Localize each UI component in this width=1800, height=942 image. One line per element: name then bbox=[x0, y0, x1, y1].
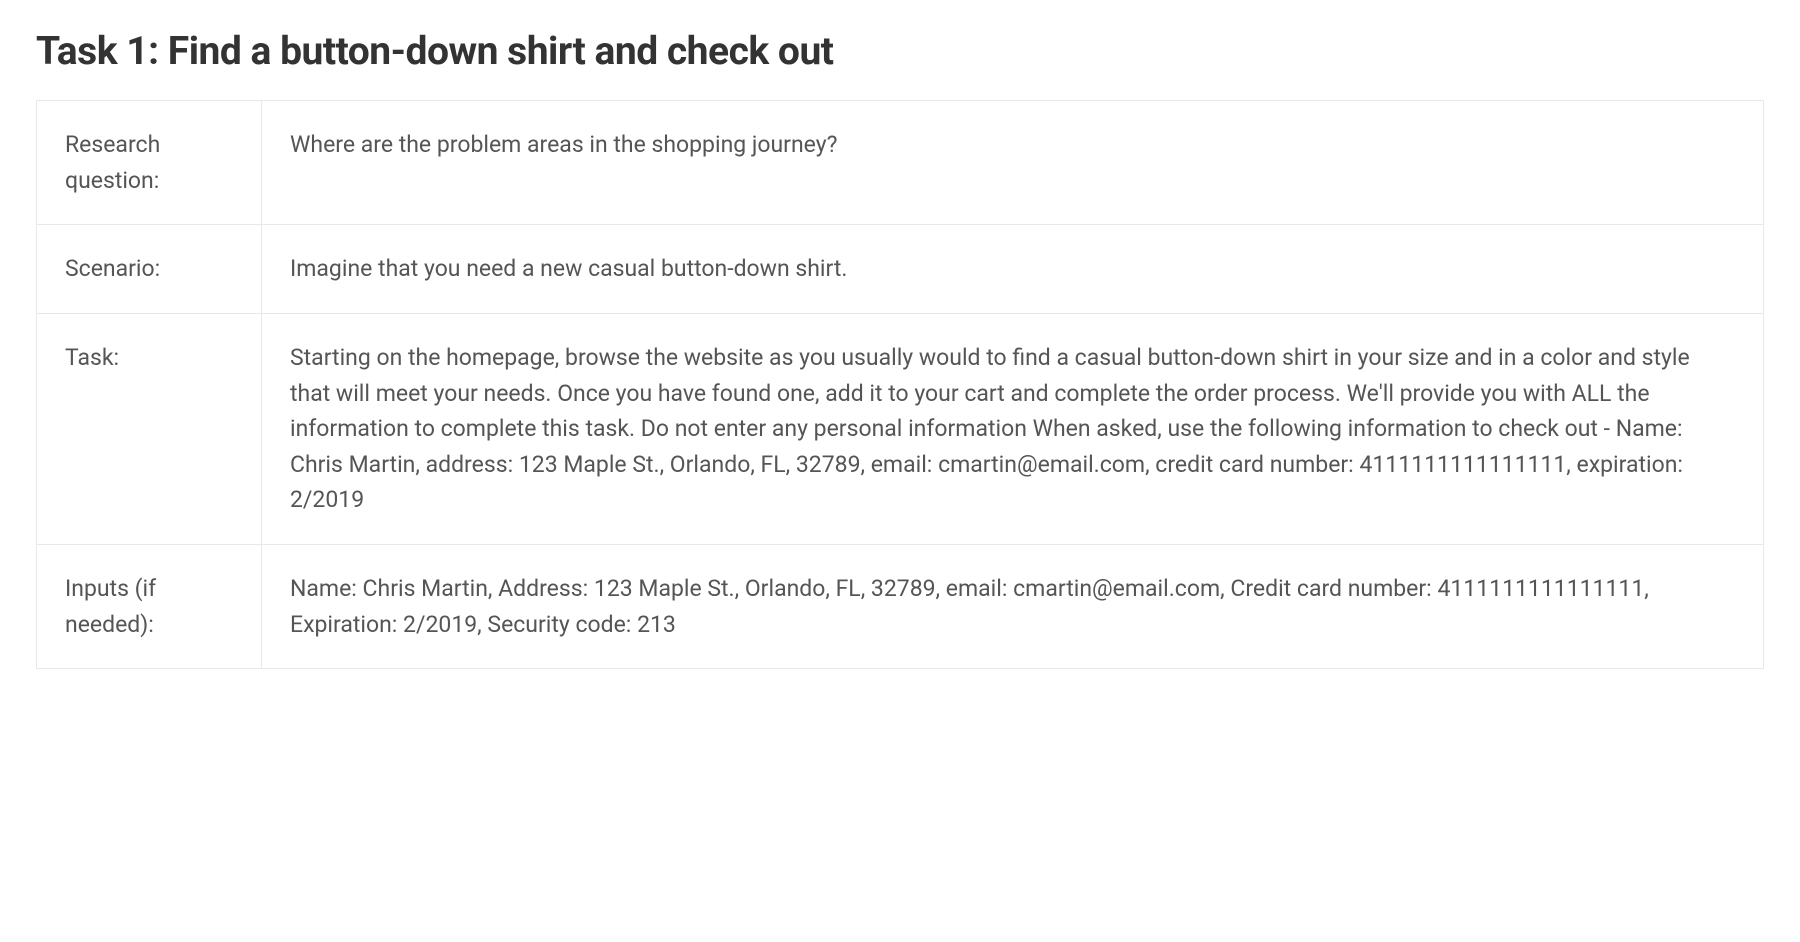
row-label-task: Task: bbox=[37, 313, 262, 544]
table-row: Scenario: Imagine that you need a new ca… bbox=[37, 225, 1764, 314]
page-title: Task 1: Find a button-down shirt and che… bbox=[36, 28, 1764, 74]
task-details-table: Research question: Where are the problem… bbox=[36, 100, 1764, 669]
row-value-inputs: Name: Chris Martin, Address: 123 Maple S… bbox=[262, 545, 1764, 669]
row-label-research-question: Research question: bbox=[37, 101, 262, 225]
table-row: Research question: Where are the problem… bbox=[37, 101, 1764, 225]
row-value-task: Starting on the homepage, browse the web… bbox=[262, 313, 1764, 544]
row-label-inputs: Inputs (if needed): bbox=[37, 545, 262, 669]
row-value-research-question: Where are the problem areas in the shopp… bbox=[262, 101, 1764, 225]
table-row: Inputs (if needed): Name: Chris Martin, … bbox=[37, 545, 1764, 669]
row-label-scenario: Scenario: bbox=[37, 225, 262, 314]
table-row: Task: Starting on the homepage, browse t… bbox=[37, 313, 1764, 544]
row-value-scenario: Imagine that you need a new casual butto… bbox=[262, 225, 1764, 314]
